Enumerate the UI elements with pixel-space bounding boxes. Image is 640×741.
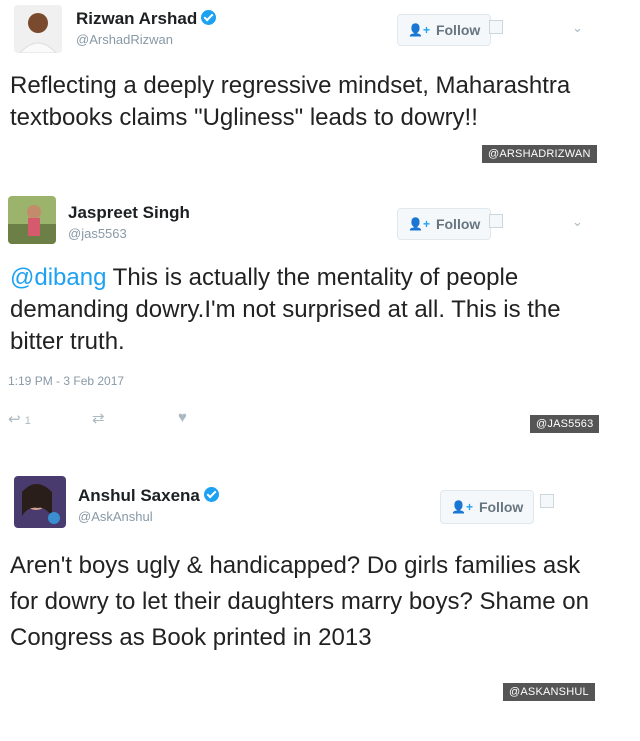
tweet-rizwan: Rizwan Arshad @ArshadRizwan 👤+ Follow ⌄ R… [0,0,640,175]
follow-button[interactable]: 👤+ Follow [397,14,492,46]
tweet-anshul: Anshul Saxena @AskAnshul 👤+ Follow Aren't… [0,470,640,710]
tweet-jaspreet: Jaspreet Singh @jas5563 👤+ Follow ⌄ @diba… [0,190,640,440]
square-icon [489,214,503,228]
retweet-icon: ⇄ [92,410,105,427]
avatar[interactable] [8,196,56,244]
credit-label: @ARSHADRIZWAN [482,145,597,163]
tweet-text: Aren't boys ugly & handicapped? Do girls… [10,552,589,651]
credit-label: @JAS5563 [530,415,600,433]
avatar-image [14,5,62,53]
square-icon [489,20,503,34]
tweet-text: @dibang This is actually the mentality o… [10,262,600,358]
avatar[interactable] [14,5,62,53]
person-plus-icon: 👤+ [408,217,430,231]
person-plus-icon: 👤+ [451,500,473,514]
reply-icon: ↩ [8,411,21,428]
follow-label: Follow [478,499,524,515]
follow-label: Follow [435,216,481,232]
avatar-image [14,476,66,528]
follow-label: Follow [435,22,481,38]
display-name-text: Anshul Saxena [78,486,200,505]
verified-badge-icon [201,10,217,25]
credit-label: @ASKANSHUL [503,683,595,701]
avatar[interactable] [14,476,66,528]
reply-button[interactable]: ↩ 1 [8,410,31,428]
timestamp[interactable]: 1:19 PM - 3 Feb 2017 [8,374,124,388]
square-icon [540,494,554,508]
display-name[interactable]: Jaspreet Singh [68,203,190,223]
user-handle[interactable]: @ArshadRizwan [76,32,173,47]
reply-count: 1 [24,415,31,427]
mention-link[interactable]: @dibang [10,264,106,291]
follow-button[interactable]: 👤+ Follow [440,490,535,524]
chevron-down-icon[interactable]: ⌄ [572,214,583,230]
display-name-text: Rizwan Arshad [76,9,198,28]
user-handle[interactable]: @jas5563 [68,226,127,241]
chevron-down-icon[interactable]: ⌄ [572,20,583,36]
user-handle[interactable]: @AskAnshul [78,509,153,524]
tweet-text: Reflecting a deeply regressive mindset, … [10,72,571,131]
heart-icon: ♥ [178,409,187,426]
like-button[interactable]: ♥ [178,409,187,426]
verified-badge-icon [203,487,219,502]
display-name[interactable]: Rizwan Arshad [76,9,217,29]
display-name[interactable]: Anshul Saxena [78,486,219,506]
avatar-image [8,196,56,244]
retweet-button[interactable]: ⇄ [92,409,105,427]
person-plus-icon: 👤+ [408,23,430,37]
follow-button[interactable]: 👤+ Follow [397,208,492,240]
